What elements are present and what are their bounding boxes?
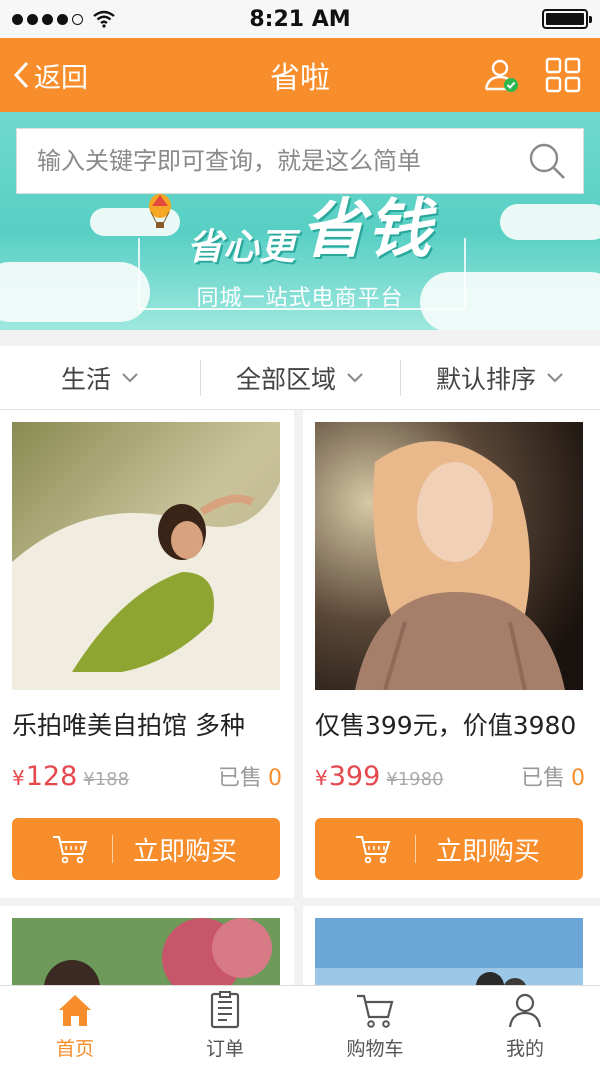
price-row: ¥399 ¥1980 已售 0 [315,760,585,796]
product-grid: 乐拍唯美自拍馆 多种 ¥128 ¥188 已售 0 立即购买 仅售399元，价值… [0,410,600,985]
filter-region[interactable]: 全部区域 [200,346,400,410]
product-card[interactable]: 乐拍唯美自拍馆 多种 ¥128 ¥188 已售 0 立即购买 [0,410,294,898]
tab-profile-label: 我的 [505,1038,544,1060]
product-image[interactable] [12,918,280,985]
chevron-down-icon [347,372,363,382]
buy-now-label: 立即购买 [436,836,541,867]
back-button[interactable]: 返回 [12,38,88,112]
product-original-price: ¥1980 [386,769,444,790]
filter-category-label: 生活 [60,364,111,394]
grid-icon[interactable] [544,56,582,94]
buy-now-button[interactable]: 立即购买 [315,818,583,880]
product-price: ¥399 [315,761,381,792]
status-bar: 8:21 AM [0,0,600,38]
app-header: 返回 省啦 [0,38,600,112]
back-label: 返回 [34,62,88,94]
signal-strength-icon [12,10,115,28]
bottom-tab-bar: 首页 订单 购物车 我的 [0,985,600,1065]
price-row: ¥128 ¥188 已售 0 [12,760,282,796]
tab-cart-label: 购物车 [346,1038,404,1060]
search-bar [16,128,584,194]
filter-bar: 生活 全部区域 默认排序 [0,346,600,410]
cart-icon [357,994,394,1028]
tab-orders[interactable]: 订单 [150,986,300,1065]
chevron-down-icon [547,372,563,382]
tab-orders-label: 订单 [205,1038,244,1060]
sold-count: 已售 0 [217,766,282,791]
sold-count: 已售 0 [520,766,585,791]
product-card[interactable]: 仅售399元，价值3980 ¥399 ¥1980 已售 0 立即购买 [303,410,600,898]
profile-icon [508,993,542,1028]
battery-icon [542,9,592,29]
order-icon [210,991,240,1029]
chevron-left-icon [13,61,29,89]
buy-now-label: 立即购买 [133,836,238,867]
chevron-down-icon [122,372,138,382]
product-image[interactable] [12,422,280,690]
tab-home-label: 首页 [55,1038,94,1060]
cart-icon [356,836,391,864]
product-image[interactable] [315,918,583,985]
user-verified-icon[interactable] [482,56,520,94]
product-title: 仅售399元，价值3980 [315,711,577,740]
tab-profile[interactable]: 我的 [450,986,600,1065]
home-icon [59,995,91,1026]
cart-icon [53,836,88,864]
filter-category[interactable]: 生活 [0,346,200,410]
product-card[interactable] [0,906,294,985]
wifi-icon [93,10,115,28]
banner-subtitle: 同城一站式电商平台 [196,286,404,311]
product-original-price: ¥188 [83,769,130,790]
filter-sort[interactable]: 默认排序 [400,346,600,410]
banner-headline: 省心更 省钱 [160,190,460,270]
product-card[interactable] [303,906,600,985]
filter-sort-label: 默认排序 [435,364,536,394]
product-title: 乐拍唯美自拍馆 多种 [12,711,245,740]
product-price: ¥128 [12,761,78,792]
buy-now-button[interactable]: 立即购买 [12,818,280,880]
filter-region-label: 全部区域 [235,364,336,394]
product-image[interactable] [315,422,583,690]
search-input[interactable] [37,147,527,175]
search-icon[interactable] [527,141,567,181]
page-title: 省啦 [270,61,330,96]
banner-headline-small: 省心更 [186,227,295,268]
tab-cart[interactable]: 购物车 [300,986,450,1065]
tab-home[interactable]: 首页 [0,986,150,1065]
